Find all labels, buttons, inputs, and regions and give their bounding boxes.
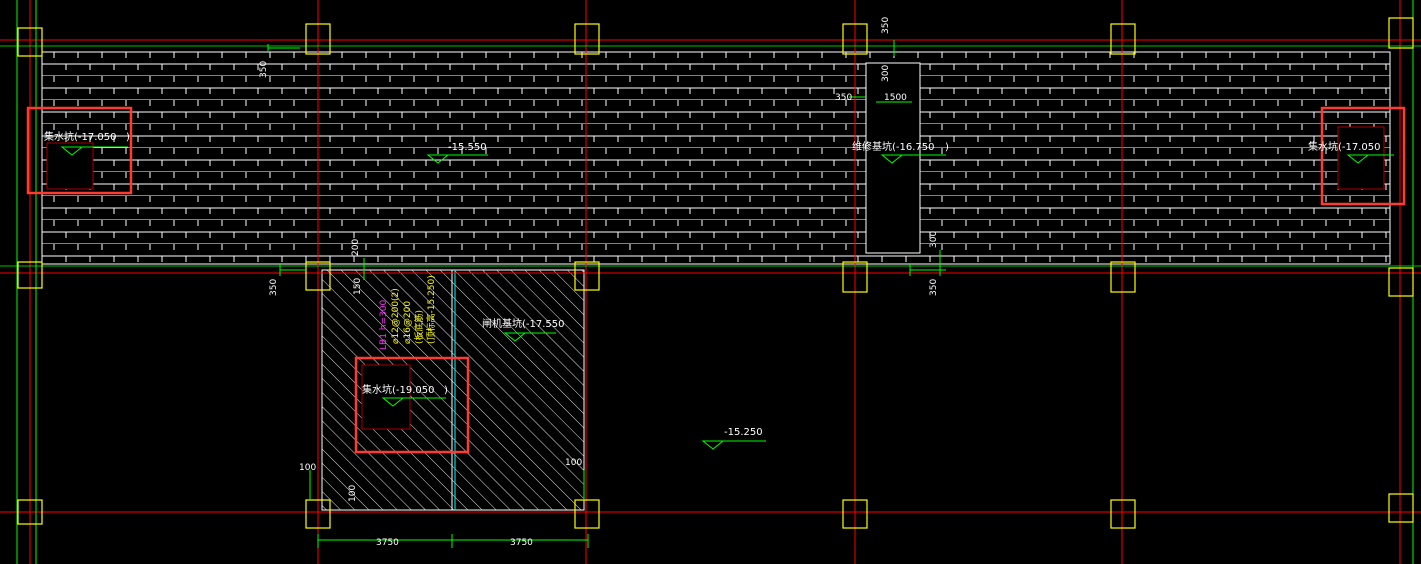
sump-pit-right (1337, 126, 1385, 190)
column (1388, 493, 1414, 523)
cad-drawing-canvas[interactable]: 集水坑(-17.050 集水坑(-17.050 集水坑(-19.050 维修基坑… (0, 0, 1421, 564)
bracket: ) (126, 132, 130, 143)
column (1110, 261, 1136, 293)
dim-350-bottom-right: 350 (929, 279, 939, 296)
label-repair-pit: 维修基坑(-16.750 (852, 140, 935, 153)
sump-pit-center (361, 364, 411, 430)
label-pit-left: 集水坑(-17.050 (44, 130, 117, 143)
slab-annotation-3: (板底筋) (413, 310, 425, 344)
elevation-marker (701, 440, 766, 450)
column (574, 23, 600, 55)
slab-annotation-2: ⌀16@200 (403, 301, 413, 344)
dim-200: 200 (351, 239, 361, 256)
dim-350-top-left: 350 (259, 61, 269, 78)
dim-150: 150 (353, 278, 363, 295)
slab-annotation-magenta: LB1 h=300 (379, 300, 389, 350)
dim-300-repair-bottom: 300 (929, 231, 939, 248)
slab-annotation-4: (顶标高-15.250) (425, 275, 437, 344)
label-elev-band: -15.550 (448, 142, 487, 153)
repair-pit-outline (865, 62, 921, 254)
dim-line (267, 44, 300, 52)
dim-100-left: 100 (299, 463, 316, 473)
brick-floor-band (41, 51, 1391, 265)
label-elevator-pit: 闸机基坑(-17.550 (482, 317, 565, 330)
label-pit-center: 集水坑(-19.050 (362, 383, 435, 396)
dim-350-top-right: 350 (881, 17, 891, 34)
dim-350-bottom-left: 350 (269, 279, 279, 296)
dim-350-repair: 350 (835, 93, 852, 103)
dim-100-right: 100 (565, 458, 582, 468)
column (1110, 23, 1136, 55)
sump-pit-left (46, 142, 94, 190)
bracket: ) (444, 385, 448, 396)
dim-300-repair-top: 300 (881, 65, 891, 82)
dim-line (317, 534, 589, 548)
dim-3750-left: 3750 (376, 538, 399, 548)
dim-100-bottom: 100 (348, 485, 358, 502)
slab-annotation-1: ⌀12@200(2) (391, 288, 401, 344)
column (1110, 499, 1136, 529)
column (1388, 17, 1414, 49)
label-elev-floor: -15.250 (724, 427, 763, 438)
label-pit-right: 集水坑(-17.050 (1308, 140, 1381, 153)
bracket: ) (945, 142, 949, 153)
dim-1500: 1500 (884, 93, 907, 103)
dim-3750-right: 3750 (510, 538, 533, 548)
column (1388, 267, 1414, 297)
